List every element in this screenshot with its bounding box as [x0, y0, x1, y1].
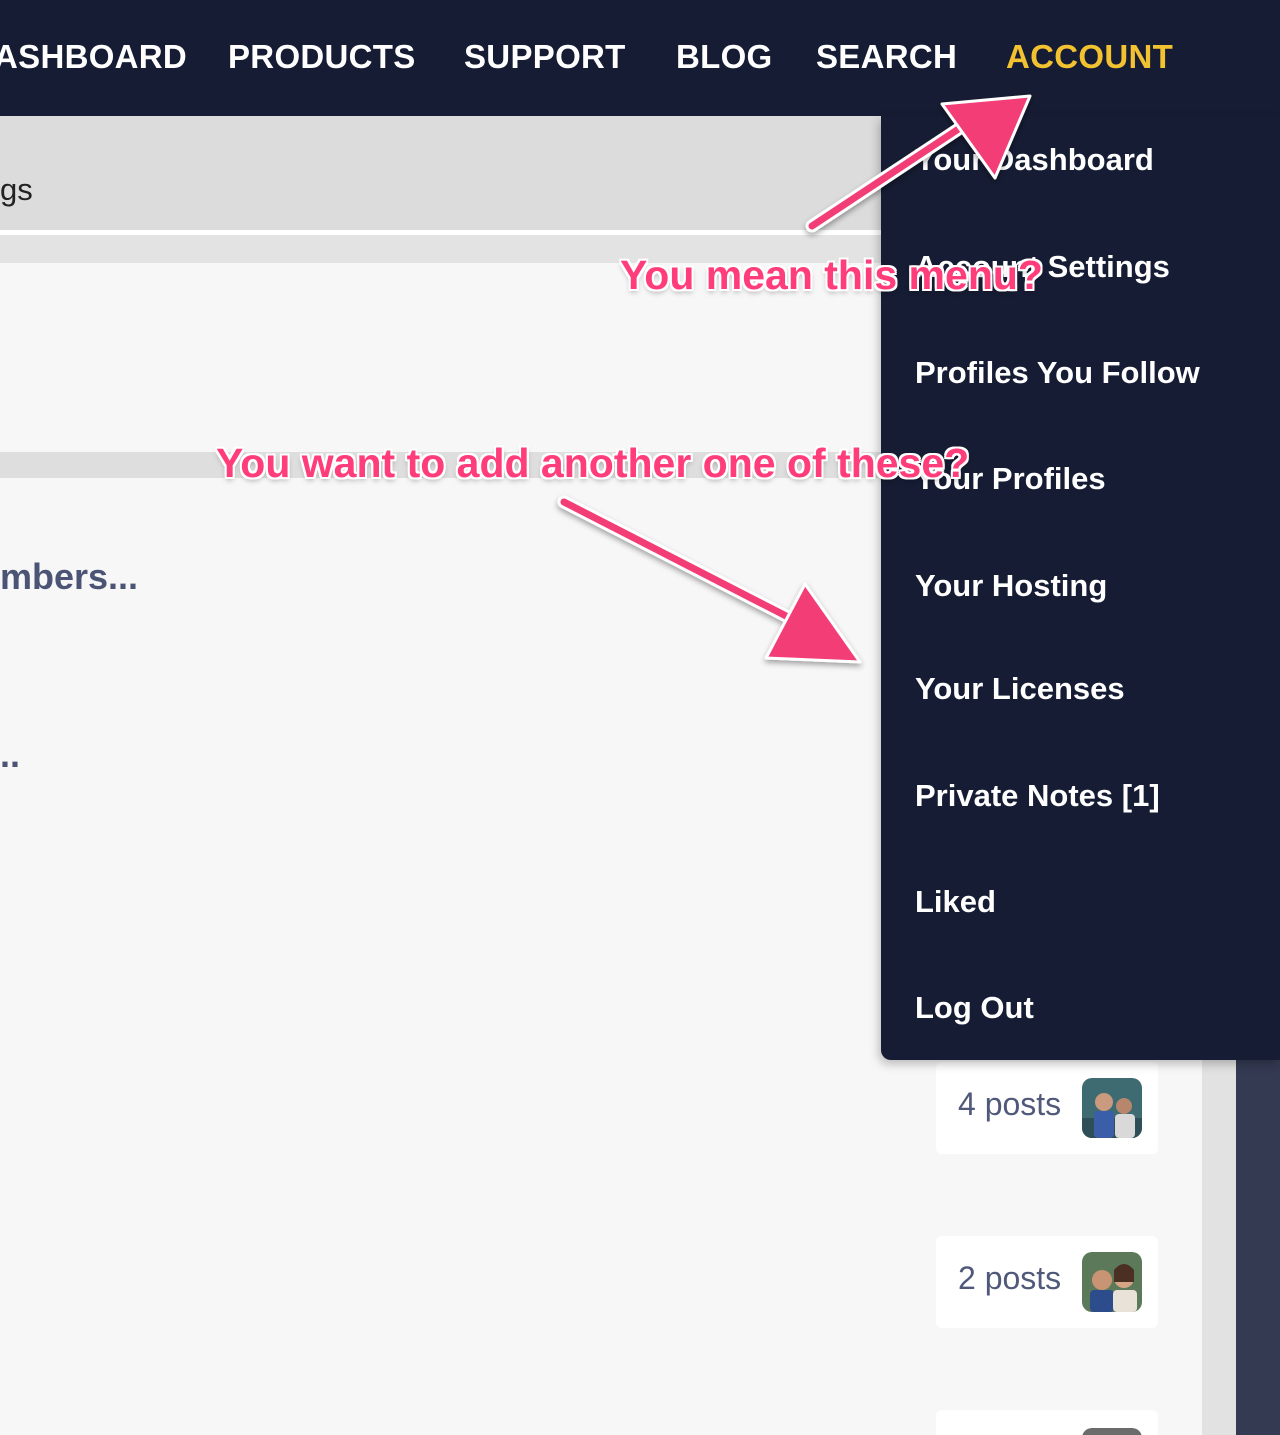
- right-gutter: [1202, 1060, 1236, 1435]
- settings-header-text: gs: [0, 172, 33, 207]
- menu-item-liked[interactable]: Liked: [915, 884, 996, 920]
- menu-item-your-hosting[interactable]: Your Hosting: [915, 568, 1107, 604]
- post-count[interactable]: 2 posts: [958, 1260, 1061, 1297]
- annotation-menu-question: You mean this menu?: [620, 252, 1043, 298]
- menu-item-log-out[interactable]: Log Out: [915, 990, 1034, 1026]
- user-avatar-icon[interactable]: [1082, 1428, 1142, 1435]
- nav-search[interactable]: SEARCH: [816, 38, 957, 76]
- menu-item-profiles-you-follow[interactable]: Profiles You Follow: [915, 355, 1200, 391]
- menu-item-your-licenses[interactable]: Your Licenses: [915, 671, 1125, 707]
- members-heading[interactable]: mbers...: [0, 556, 138, 598]
- right-sidebar: [1236, 1060, 1280, 1435]
- settings-header-bar: [0, 116, 882, 230]
- posts-card[interactable]: 4 posts: [936, 1062, 1158, 1154]
- posts-card[interactable]: 2 posts: [936, 1236, 1158, 1328]
- top-navigation: ASHBOARD PRODUCTS SUPPORT BLOG SEARCH AC…: [0, 0, 1280, 116]
- user-avatar-icon[interactable]: [1082, 1252, 1142, 1312]
- user-avatar-icon[interactable]: [1082, 1078, 1142, 1138]
- nav-account[interactable]: ACCOUNT: [1006, 38, 1173, 76]
- menu-item-your-dashboard[interactable]: Your Dashboard: [915, 142, 1154, 178]
- post-count[interactable]: 4 posts: [958, 1086, 1061, 1123]
- nav-support[interactable]: SUPPORT: [464, 38, 626, 76]
- nav-products[interactable]: PRODUCTS: [228, 38, 416, 76]
- arrow-down-right-icon: [557, 495, 862, 664]
- nav-blog[interactable]: BLOG: [676, 38, 773, 76]
- posts-card[interactable]: [936, 1410, 1158, 1435]
- menu-item-private-notes[interactable]: Private Notes [1]: [915, 778, 1160, 814]
- nav-dashboard[interactable]: ASHBOARD: [0, 38, 187, 76]
- truncated-text: ..: [0, 734, 21, 775]
- annotation-add-question: You want to add another one of these?: [216, 440, 970, 486]
